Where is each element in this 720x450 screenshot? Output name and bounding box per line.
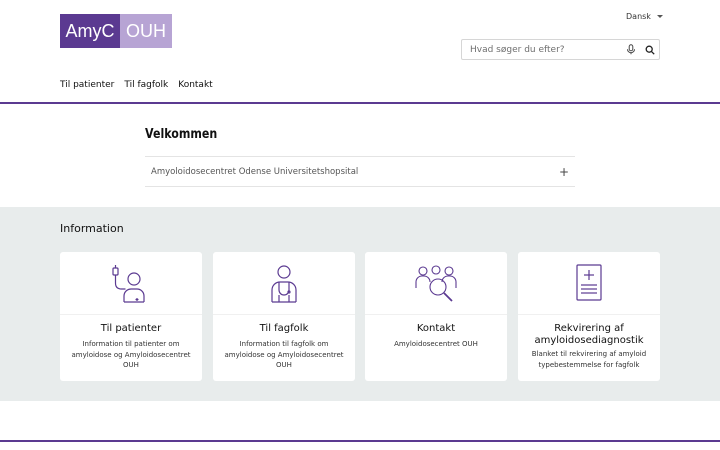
language-label: Dansk [626,12,651,21]
card-divider [518,314,660,315]
logo-amyc: AmyC [60,14,120,48]
nav-item-fagfolk[interactable]: Til fagfolk [124,80,168,90]
main-nav: Til patienter Til fagfolk Kontakt [60,80,213,90]
logo-ouh: OUH [120,14,172,48]
footer-divider [0,440,720,442]
card-til-patienter[interactable]: Til patienter Information til patienter … [60,252,202,381]
card-description: Information til fagfolk om amyloidose og… [224,340,344,369]
search-icon[interactable] [640,40,659,59]
accordion-item[interactable]: Amyoloidosecentret Odense Universitetsho… [145,156,575,187]
language-selector[interactable]: Dansk [626,12,663,21]
card-divider [365,314,507,315]
page-title: Velkommen [145,127,218,142]
section-title: Information [60,222,124,235]
card-divider [60,314,202,315]
site-logo[interactable]: AmyC OUH [60,14,172,48]
search-box [461,39,660,60]
card-rekvirering[interactable]: Rekvirering af amyloidosediagnostik Blan… [518,252,660,381]
nav-item-kontakt[interactable]: Kontakt [178,80,212,90]
card-title: Til patienter [100,323,162,334]
card-description: Blanket til rekvirering af amyloid typeb… [531,350,647,369]
doctor-icon [262,262,306,306]
card-title: Kontakt [416,323,456,334]
card-title: Rekvirering af amyloidosediagnostik [534,323,644,346]
nav-item-patienter[interactable]: Til patienter [60,80,114,90]
card-kontakt[interactable]: Kontakt Amyloidosecentret OUH [365,252,507,381]
card-title: Til fagfolk [259,323,309,334]
medical-document-icon [567,262,611,306]
card-divider [213,314,355,315]
microphone-icon[interactable] [621,40,640,59]
card-til-fagfolk[interactable]: Til fagfolk Information til fagfolk om a… [213,252,355,381]
search-input[interactable] [462,40,621,59]
chevron-down-icon [656,15,663,18]
group-search-icon [414,262,458,306]
accordion-label: Amyoloidosecentret Odense Universitetsho… [151,166,359,177]
card-description: Information til patienter om amyloidose … [71,340,191,369]
plus-icon: + [558,164,569,179]
card-description: Amyloidosecentret OUH [394,340,478,348]
header-divider [0,102,720,104]
patient-iv-icon [109,262,153,306]
